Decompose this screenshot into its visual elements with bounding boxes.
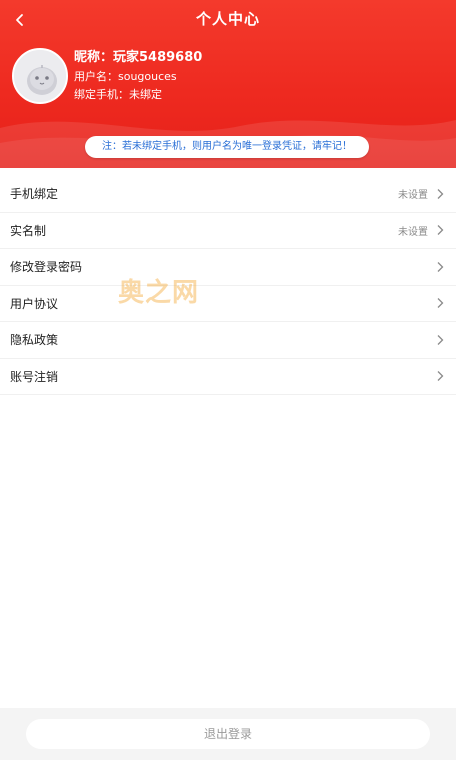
profile-header: 个人中心 昵称：玩家5489680 用户名：sougouces 绑定手机：未绑定… xyxy=(0,0,456,168)
menu-item-label: 实名制 xyxy=(10,223,47,238)
menu-item-label: 隐私政策 xyxy=(10,333,59,348)
chevron-right-icon xyxy=(436,260,446,274)
menu-item-label: 手机绑定 xyxy=(10,187,59,202)
watermark: 奥之网 xyxy=(118,278,200,308)
logout-button[interactable]: 退出登录 xyxy=(26,719,430,749)
menu-item-phone-binding[interactable]: 手机绑定 未设置 xyxy=(0,176,456,213)
chevron-right-icon xyxy=(436,333,446,347)
menu-item-privacy-policy[interactable]: 隐私政策 xyxy=(0,322,456,359)
menu-item-value: 未设置 xyxy=(398,190,428,202)
profile-info: 昵称：玩家5489680 用户名：sougouces 绑定手机：未绑定 xyxy=(74,48,202,104)
page-title: 个人中心 xyxy=(195,10,260,28)
menu-item-label: 账号注销 xyxy=(10,369,59,384)
menu-item-real-name[interactable]: 实名制 未设置 xyxy=(0,213,456,249)
footer-bar: 退出登录 xyxy=(0,708,456,760)
notice-banner: 注：若未绑定手机，则用户名为唯一登录凭证，请牢记！ xyxy=(85,136,369,158)
avatar[interactable] xyxy=(12,48,68,104)
phone-binding-text: 绑定手机：未绑定 xyxy=(74,88,162,101)
menu-item-account-deletion[interactable]: 账号注销 xyxy=(0,359,456,395)
menu-item-label: 修改登录密码 xyxy=(10,260,83,275)
username-text: 用户名：sougouces xyxy=(74,70,177,83)
chevron-right-icon xyxy=(436,296,446,310)
avatar-icon xyxy=(14,50,66,102)
menu-item-value: 未设置 xyxy=(398,226,428,238)
chevron-right-icon xyxy=(436,369,446,383)
chevron-right-icon xyxy=(436,187,446,201)
chevron-right-icon xyxy=(436,223,446,237)
nickname-text: 昵称：玩家5489680 xyxy=(74,50,203,65)
